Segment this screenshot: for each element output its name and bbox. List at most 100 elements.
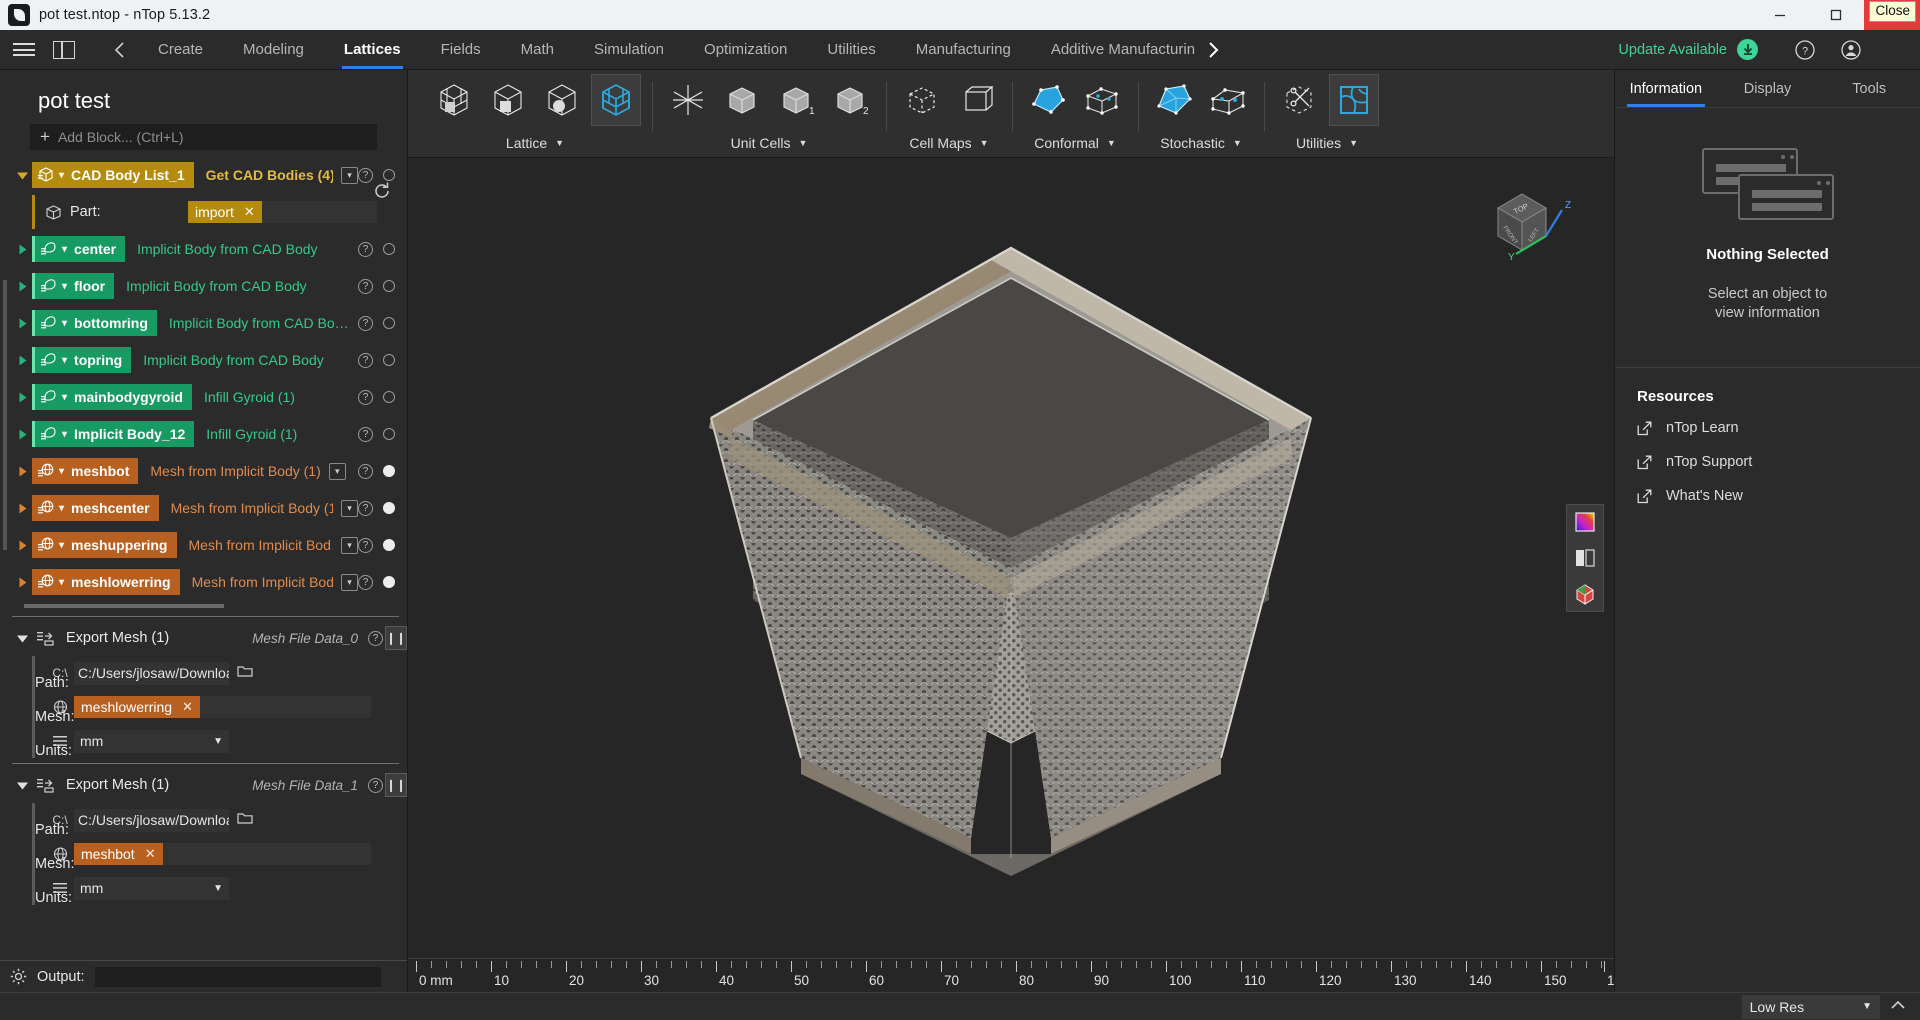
expand-triangle-icon[interactable] [12,391,32,404]
tree-row[interactable]: ▾ meshbot Mesh from Implicit Body (1) ▾ … [0,458,407,484]
export-mesh-header[interactable]: Export Mesh (1) Mesh File Data_0 ? ❙❙ [0,625,407,651]
account-icon[interactable] [1828,30,1874,70]
conformal-volume-icon[interactable] [1078,75,1126,125]
resource-link-ntop-learn[interactable]: nTop Learn [1615,411,1920,445]
gear-icon[interactable] [10,968,27,985]
trim-scissors-icon[interactable] [1276,75,1324,125]
visibility-toggle-icon[interactable] [383,502,395,514]
node-chip[interactable]: ▾ meshlowerring [32,569,180,595]
ribbon-group-label[interactable]: Cell Maps ▼ [886,130,1012,156]
download-update-icon[interactable] [1737,39,1758,60]
ribbon-group-label[interactable]: Stochastic ▼ [1138,130,1264,156]
pause-button[interactable]: ❙❙ [385,626,407,650]
help-icon[interactable]: ? [358,241,373,257]
unit-cell-3-icon[interactable]: 2 [826,75,874,125]
tree-row[interactable]: ▾ meshlowerring Mesh from Implicit Bod… … [0,569,407,595]
menu-scroll-left-icon[interactable] [102,30,138,69]
section-view-icon[interactable] [1573,546,1597,570]
stochastic-volume-icon[interactable] [1204,75,1252,125]
remove-icon[interactable]: ✕ [182,699,193,715]
chevron-down-icon[interactable]: ▾ [62,281,67,292]
minimize-button[interactable] [1752,0,1808,30]
chevron-down-icon[interactable]: ▼ [555,138,564,148]
node-dropdown-button[interactable]: ▾ [341,573,358,591]
expand-triangle-icon[interactable] [12,632,32,645]
pause-button[interactable]: ❙❙ [385,773,407,797]
menu-tab-optimization[interactable]: Optimization [684,30,807,69]
node-chip[interactable]: ▾ floor [32,273,115,299]
help-icon[interactable]: ? [358,500,373,516]
chevron-down-icon[interactable]: ▼ [1862,1001,1872,1012]
menu-extra-icon[interactable] [1874,30,1920,70]
node-chip[interactable]: ▾ topring [32,347,132,373]
expand-triangle-icon[interactable] [12,576,32,589]
ribbon-group-label[interactable]: Unit Cells ▼ [652,130,886,156]
folder-browse-icon[interactable] [237,811,253,830]
hamburger-menu-icon[interactable] [4,30,44,69]
lattice-sphere-icon[interactable] [538,75,586,125]
node-chip[interactable]: ▾ mainbodygyroid [32,384,192,410]
chevron-down-icon[interactable]: ▼ [1107,138,1116,148]
chevron-down-icon[interactable]: ▾ [59,170,64,181]
menu-tab-math[interactable]: Math [501,30,574,69]
menu-tab-additive-manufacturing[interactable]: Additive Manufacturin [1031,30,1215,69]
part-value-tag[interactable]: import ✕ [188,201,262,223]
mesh-patch-icon[interactable] [1329,74,1379,126]
node-chip[interactable]: ▾ Implicit Body_12 [32,421,195,447]
chevron-down-icon[interactable]: ▾ [62,318,67,329]
stochastic-surface-icon[interactable] [1150,75,1198,125]
add-block-input[interactable]: + Add Block... (Ctrl+L) [30,124,377,150]
unit-cell-star-icon[interactable] [664,75,712,125]
resolution-select[interactable]: Low Res ▼ [1741,994,1880,1019]
visibility-toggle-icon[interactable] [383,317,395,329]
expand-triangle-icon[interactable] [12,243,32,256]
tree-row[interactable]: ▾ CAD Body List_1 Get CAD Bodies (4) ▾ ? [0,162,407,188]
viewport-canvas[interactable]: TOP FRONT LEFT Z Y [408,158,1614,958]
chevron-down-icon[interactable]: ▾ [62,244,67,255]
chevron-down-icon[interactable]: ▾ [59,503,64,514]
expand-triangle-icon[interactable] [12,354,32,367]
tree-row[interactable]: ▾ topring Implicit Body from CAD Body ? [0,347,407,373]
tree-row[interactable]: ▾ meshcenter Mesh from Implicit Body (1)… [0,495,407,521]
help-icon[interactable]: ? [368,630,383,646]
node-chip[interactable]: ▾ meshbot [32,458,139,484]
chevron-down-icon[interactable]: ▾ [59,540,64,551]
menu-tab-lattices[interactable]: Lattices [324,30,421,69]
help-icon[interactable]: ? [358,537,373,553]
expand-triangle-icon[interactable] [12,428,32,441]
visibility-toggle-icon[interactable] [383,576,395,588]
node-chip[interactable]: ▾ CAD Body List_1 [32,162,194,188]
remove-icon[interactable]: ✕ [145,846,156,862]
visibility-toggle-icon[interactable] [383,465,395,477]
help-icon[interactable]: ? [358,315,373,331]
chevron-down-icon[interactable]: ▾ [59,577,64,588]
visibility-toggle-icon[interactable] [383,280,395,292]
tree-row[interactable]: ▾ center Implicit Body from CAD Body ? [0,236,407,262]
render-mode-icon[interactable] [1573,582,1597,606]
help-icon[interactable]: ? [358,352,373,368]
help-icon[interactable]: ? [358,426,373,442]
expand-triangle-icon[interactable] [12,539,32,552]
chevron-down-icon[interactable]: ▾ [62,429,67,440]
help-icon[interactable]: ? [368,777,383,793]
node-chip[interactable]: ▾ bottomring [32,310,157,336]
lattice-beam-icon[interactable] [430,75,478,125]
expand-triangle-icon[interactable] [12,779,32,792]
menu-tab-utilities[interactable]: Utilities [807,30,895,69]
toggle-panel-icon[interactable] [44,30,84,69]
ribbon-group-label[interactable]: Utilities ▼ [1264,130,1390,156]
help-icon[interactable]: ? [358,389,373,405]
menu-tab-simulation[interactable]: Simulation [574,30,684,69]
unit-cell-2-icon[interactable]: 1 [772,75,820,125]
help-icon[interactable]: ? [358,574,373,590]
folder-browse-icon[interactable] [237,664,253,683]
expand-triangle-icon[interactable] [12,169,32,182]
pot-model[interactable] [701,238,1321,878]
tab-tools[interactable]: Tools [1818,70,1920,107]
help-icon[interactable]: ? [358,463,373,479]
help-icon[interactable]: ? [1782,30,1828,70]
tree-row[interactable]: ▾ Implicit Body_12 Infill Gyroid (1) ? [0,421,407,447]
maximize-button[interactable] [1808,0,1864,30]
3d-viewport[interactable]: TOP FRONT LEFT Z Y [408,158,1614,958]
chevron-down-icon[interactable]: ▼ [798,138,807,148]
